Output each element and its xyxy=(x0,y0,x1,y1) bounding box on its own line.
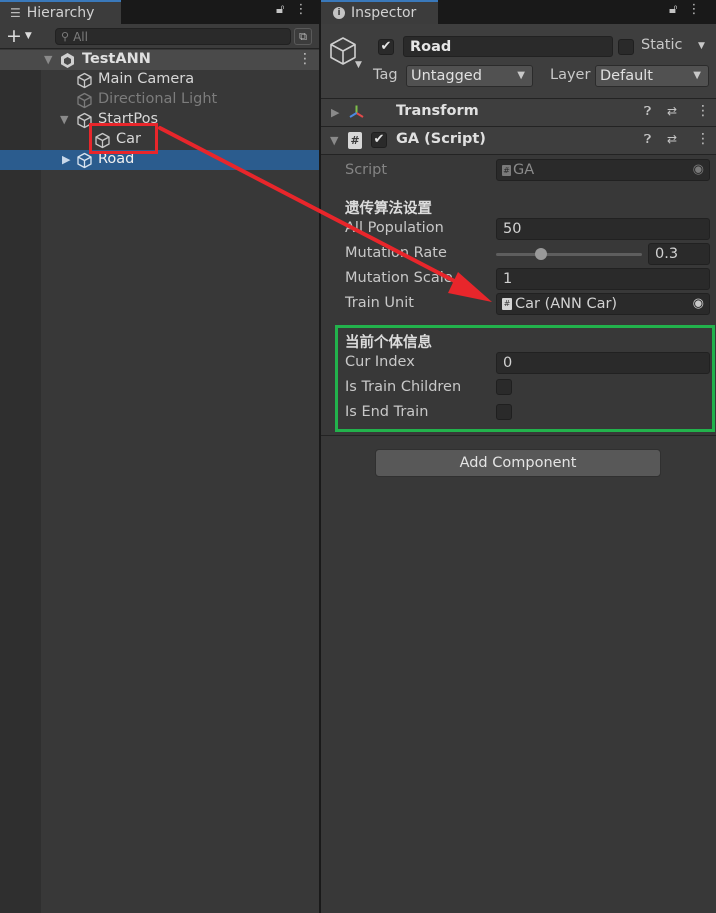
plus-icon: + xyxy=(6,25,22,47)
hierarchy-item-startpos[interactable]: ▼ StartPos xyxy=(41,110,319,130)
object-picker-icon[interactable]: ◉ xyxy=(693,296,704,311)
tag-label: Tag xyxy=(373,67,398,83)
create-button[interactable]: + ▼ xyxy=(6,24,32,48)
mutation-rate-slider-track[interactable] xyxy=(496,253,642,256)
transform-title: Transform xyxy=(396,103,479,119)
scene-menu-icon[interactable]: ⋮ xyxy=(298,51,312,67)
script-field: # GA ◉ xyxy=(496,159,710,181)
hierarchy-item-directional-light[interactable]: Directional Light xyxy=(41,90,319,110)
hierarchy-tab-label: Hierarchy xyxy=(26,5,95,21)
hierarchy-panel: ☰ Hierarchy 🔓︎ ⋮ + ▼ ⚲ All ⧉ ▼ TestANN ⋮ xyxy=(0,0,319,913)
red-highlight-box xyxy=(89,123,158,154)
gameobject-cube-icon xyxy=(77,72,92,89)
hierarchy-item-label: Directional Light xyxy=(98,91,218,107)
hierarchy-item-label: Main Camera xyxy=(98,71,195,87)
mutation-scale-value: 1 xyxy=(503,271,513,287)
gameobject-cube-icon xyxy=(77,152,92,169)
gameobject-cube-icon xyxy=(77,92,92,109)
add-component-button[interactable]: Add Component xyxy=(375,449,661,477)
help-icon[interactable]: ❓︎ xyxy=(644,104,651,119)
chevron-down-icon: ▼ xyxy=(693,70,701,81)
train-unit-label: Train Unit xyxy=(345,295,414,311)
hierarchy-toolbar: + ▼ ⚲ All ⧉ xyxy=(0,24,319,49)
chevron-down-icon: ▼ xyxy=(24,31,32,41)
chevron-down-icon: ▼ xyxy=(517,70,525,81)
layer-label: Layer xyxy=(550,67,591,83)
train-unit-field[interactable]: # Car (ANN Car) ◉ xyxy=(496,293,710,315)
lock-icon[interactable]: 🔓︎ xyxy=(276,2,284,17)
script-file-icon: # xyxy=(348,132,362,149)
script-file-icon: # xyxy=(502,298,512,310)
gameobject-large-icon xyxy=(330,37,356,65)
all-population-label: All Population xyxy=(345,220,444,236)
static-chevron-down-icon[interactable]: ▼ xyxy=(698,41,705,51)
all-population-input[interactable]: 50 xyxy=(496,218,710,240)
hierarchy-list-icon: ☰ xyxy=(10,6,21,20)
transform-axis-icon xyxy=(349,105,364,118)
inspector-tab[interactable]: i Inspector xyxy=(321,0,438,24)
scene-row[interactable]: ▼ TestANN ⋮ xyxy=(0,50,319,70)
mutation-rate-value: 0.3 xyxy=(655,246,679,262)
collapse-arrow-icon[interactable]: ▼ xyxy=(330,134,338,147)
component-enabled-checkbox[interactable]: ✔ xyxy=(371,132,387,148)
active-checkbox[interactable]: ✔ xyxy=(378,39,394,55)
transform-component-header[interactable]: ▶ Transform ❓︎ ⇄ ⋮ xyxy=(321,99,716,127)
hierarchy-item-main-camera[interactable]: Main Camera xyxy=(41,70,319,90)
layer-value: Default xyxy=(600,68,653,84)
object-picker-icon: ◉ xyxy=(692,162,704,177)
add-component-label: Add Component xyxy=(459,455,577,471)
hierarchy-gutter xyxy=(0,70,41,913)
all-population-value: 50 xyxy=(503,221,522,237)
tag-dropdown[interactable]: Untagged ▼ xyxy=(406,65,533,87)
search-options-button[interactable]: ⧉ xyxy=(294,28,312,45)
component-menu-icon[interactable]: ⋮ xyxy=(696,131,710,147)
hierarchy-item-car[interactable]: Car xyxy=(41,130,319,150)
script-value: GA xyxy=(513,162,535,178)
object-name-field[interactable]: Road xyxy=(403,36,613,57)
ga-component-header[interactable]: ▼ # ✔ GA (Script) ❓︎ ⇄ ⋮ xyxy=(321,127,716,155)
layer-dropdown[interactable]: Default ▼ xyxy=(595,65,709,87)
component-menu-icon[interactable]: ⋮ xyxy=(696,103,710,119)
inspector-tab-label: Inspector xyxy=(351,5,417,21)
search-placeholder: All xyxy=(73,29,88,44)
section-genetic-settings: 遗传算法设置 xyxy=(345,201,432,217)
icon-chevron-down-icon[interactable]: ▼ xyxy=(355,60,362,70)
script-file-icon: # xyxy=(502,164,511,176)
mutation-rate-input[interactable]: 0.3 xyxy=(648,243,710,265)
expand-arrow-icon[interactable]: ▼ xyxy=(60,113,68,126)
object-header: ▼ ✔ Road Static ▼ Tag Untagged ▼ Layer D… xyxy=(321,24,716,99)
kebab-menu-icon[interactable]: ⋮ xyxy=(294,2,307,17)
object-name-value: Road xyxy=(410,38,452,55)
hierarchy-search-input[interactable]: ⚲ All xyxy=(55,28,291,45)
expand-arrow-icon[interactable]: ▶ xyxy=(331,106,339,119)
expand-arrow-icon[interactable]: ▼ xyxy=(44,53,52,66)
mutation-rate-label: Mutation Rate xyxy=(345,245,447,261)
scene-search-icon: ⧉ xyxy=(299,29,307,43)
preset-icon[interactable]: ⇄ xyxy=(667,104,677,118)
lock-icon[interactable]: 🔓︎ xyxy=(669,2,677,17)
mutation-scale-label: Mutation Scale xyxy=(345,270,453,286)
static-checkbox[interactable] xyxy=(618,39,634,55)
info-icon: i xyxy=(333,7,345,19)
train-unit-value: Car (ANN Car) xyxy=(515,296,618,312)
static-label: Static xyxy=(641,37,683,53)
mutation-rate-slider-thumb[interactable] xyxy=(535,248,547,260)
kebab-menu-icon[interactable]: ⋮ xyxy=(687,2,700,17)
hierarchy-item-road[interactable]: ▶ Road xyxy=(0,150,319,170)
ga-title: GA (Script) xyxy=(396,131,486,147)
search-icon: ⚲ xyxy=(61,30,70,43)
collapse-arrow-icon[interactable]: ▶ xyxy=(62,153,70,166)
scene-name: TestANN xyxy=(82,51,151,67)
inspector-tab-icons: 🔓︎ ⋮ xyxy=(669,2,700,17)
hierarchy-tab-icons: 🔓︎ ⋮ xyxy=(276,2,307,17)
script-label: Script xyxy=(345,162,388,178)
green-highlight-box xyxy=(335,325,715,432)
component-divider xyxy=(321,435,716,436)
tag-value: Untagged xyxy=(411,68,482,84)
unity-scene-icon xyxy=(61,53,74,68)
hierarchy-tab[interactable]: ☰ Hierarchy xyxy=(0,0,121,24)
mutation-scale-input[interactable]: 1 xyxy=(496,268,710,290)
preset-icon[interactable]: ⇄ xyxy=(667,132,677,146)
help-icon[interactable]: ❓︎ xyxy=(644,132,651,147)
